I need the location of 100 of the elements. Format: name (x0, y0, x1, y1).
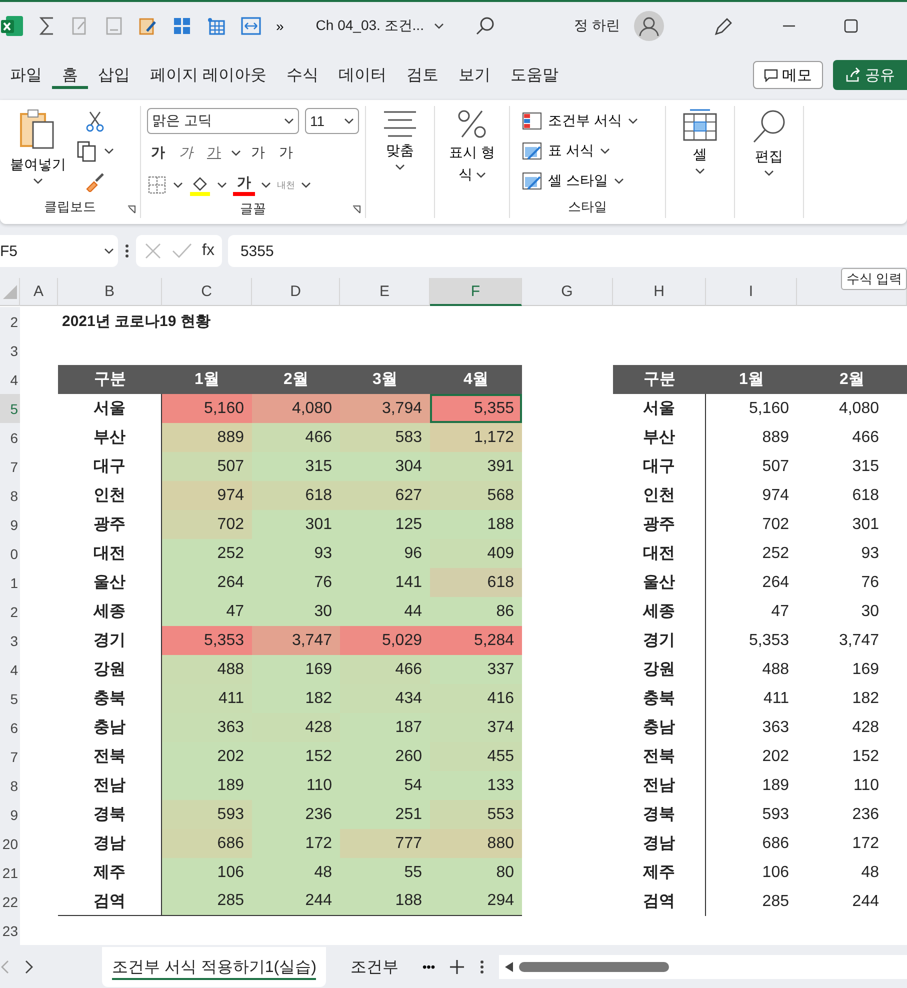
excel-icon[interactable] (0, 14, 24, 38)
row-number[interactable]: 6 (0, 423, 20, 452)
chevron-down-icon[interactable] (395, 164, 405, 170)
more-button[interactable]: » (276, 18, 284, 34)
style-button[interactable]: 표 서식 (516, 136, 659, 166)
ribbon-tab[interactable]: 데이터 (328, 60, 396, 90)
column-header[interactable]: E (340, 278, 430, 306)
more-options-icon[interactable] (124, 243, 130, 259)
column-header[interactable]: C (162, 278, 252, 306)
font-color-button[interactable]: 가 (233, 174, 255, 196)
row-number[interactable]: 5 (0, 684, 20, 713)
row-number[interactable]: 20 (0, 829, 20, 858)
formula-input[interactable]: 5355 (228, 235, 907, 267)
next-sheet-icon[interactable] (24, 960, 34, 974)
style-button[interactable]: 셀 스타일 (516, 166, 659, 196)
ribbon-tab[interactable]: 페이지 레이아웃 (140, 60, 276, 90)
font-name-field[interactable]: 맑은 고딕 (147, 108, 299, 134)
grid-icon[interactable] (172, 16, 192, 36)
column-header[interactable]: H (613, 278, 706, 306)
dropdown-icon[interactable] (104, 248, 114, 254)
chevron-down-icon[interactable] (301, 182, 311, 188)
cut-icon[interactable] (84, 110, 106, 132)
italic-button[interactable]: 가 (175, 144, 197, 162)
chevron-down-icon[interactable] (104, 148, 114, 154)
scroll-left-icon[interactable] (505, 962, 514, 972)
column-header[interactable]: F (430, 278, 522, 306)
column-header[interactable]: G (522, 278, 613, 306)
maximize-icon[interactable] (844, 19, 858, 33)
dialog-launcher-icon[interactable] (127, 205, 136, 214)
paste-button[interactable]: 붙여넣기 (6, 106, 70, 198)
chevron-down-icon[interactable] (434, 23, 444, 29)
sigma-icon[interactable] (38, 16, 56, 36)
avatar-icon[interactable] (634, 11, 664, 41)
chevron-down-icon[interactable] (173, 182, 183, 188)
chevron-down-icon[interactable] (628, 118, 638, 124)
chevron-down-icon[interactable] (33, 178, 43, 184)
row-number[interactable]: 0 (0, 539, 20, 568)
chevron-down-icon[interactable] (231, 150, 241, 156)
memo-button[interactable]: 메모 (753, 61, 823, 89)
document-title[interactable]: Ch 04_03. 조건... (316, 17, 424, 35)
table-spark-icon[interactable] (206, 16, 226, 36)
row-number[interactable]: 21 (0, 858, 20, 887)
format-painter-icon[interactable] (84, 170, 106, 192)
insert-function-button[interactable]: fx (202, 242, 214, 260)
chevron-down-icon[interactable] (614, 178, 624, 184)
ribbon-tab[interactable]: 수식 (276, 60, 328, 90)
row-number[interactable]: 1 (0, 568, 20, 597)
row-number[interactable]: 7 (0, 742, 20, 771)
alignment-button[interactable]: 맞춤 (372, 106, 428, 172)
copy-icon[interactable] (76, 140, 98, 162)
editing-button[interactable]: 편집 (741, 106, 797, 178)
row-number[interactable]: 22 (0, 887, 20, 916)
row-number[interactable]: 4 (0, 365, 20, 394)
chevron-down-icon[interactable] (217, 182, 227, 188)
add-sheet-icon[interactable] (449, 959, 466, 975)
phonetic-button[interactable]: 내천 (277, 178, 295, 192)
shrink-font-button[interactable]: 가 (275, 144, 297, 162)
style-button[interactable]: 조건부 서식 (516, 106, 659, 136)
column-header[interactable]: A (20, 278, 58, 306)
chevron-down-icon[interactable] (695, 168, 705, 174)
horizontal-scrollbar[interactable] (499, 955, 907, 979)
row-number[interactable]: 8 (0, 481, 20, 510)
more-sheets-button[interactable]: ••• (422, 960, 436, 974)
dialog-launcher-icon[interactable] (352, 205, 361, 214)
row-number[interactable]: 9 (0, 510, 20, 539)
underline-button[interactable]: 가 (203, 144, 225, 162)
name-box[interactable]: F5 (0, 235, 118, 267)
ribbon-tab[interactable]: 도움말 (500, 60, 568, 90)
row-number[interactable]: 6 (0, 713, 20, 742)
row-number[interactable]: 4 (0, 655, 20, 684)
chevron-down-icon[interactable] (261, 182, 271, 188)
dropdown-icon[interactable] (284, 118, 294, 124)
row-number[interactable]: 5 (0, 394, 20, 423)
row-number[interactable]: 8 (0, 771, 20, 800)
search-icon[interactable] (474, 15, 496, 37)
bold-button[interactable]: 가 (147, 144, 169, 162)
check-icon[interactable] (172, 242, 192, 260)
ribbon-tab[interactable]: 홈 (52, 62, 88, 88)
ribbon-tab[interactable]: 보기 (448, 60, 500, 90)
row-number[interactable]: 3 (0, 626, 20, 655)
chevron-down-icon[interactable] (476, 172, 486, 178)
row-number[interactable]: 23 (0, 916, 20, 945)
borders-icon[interactable] (147, 175, 167, 195)
column-header[interactable]: I (706, 278, 797, 306)
share-button[interactable]: 공유 (833, 60, 907, 90)
dropdown-icon[interactable] (344, 118, 354, 124)
column-header[interactable]: B (58, 278, 162, 306)
more-options-icon[interactable] (479, 959, 486, 975)
cells-button[interactable]: 셀 (672, 106, 728, 176)
sheet-tab[interactable]: 조건부 서식 적용하기1(실습) (102, 947, 326, 987)
ribbon-tab[interactable]: 삽입 (88, 60, 140, 90)
row-number[interactable]: 7 (0, 452, 20, 481)
row-number[interactable]: 2 (0, 597, 20, 626)
font-size-field[interactable]: 11 (305, 108, 359, 134)
chevron-down-icon[interactable] (600, 148, 610, 154)
chevron-down-icon[interactable] (764, 170, 774, 176)
grow-font-button[interactable]: 가 (247, 144, 269, 162)
column-width-icon[interactable] (240, 16, 262, 36)
row-number[interactable]: 3 (0, 336, 20, 365)
column-header[interactable]: D (252, 278, 340, 306)
